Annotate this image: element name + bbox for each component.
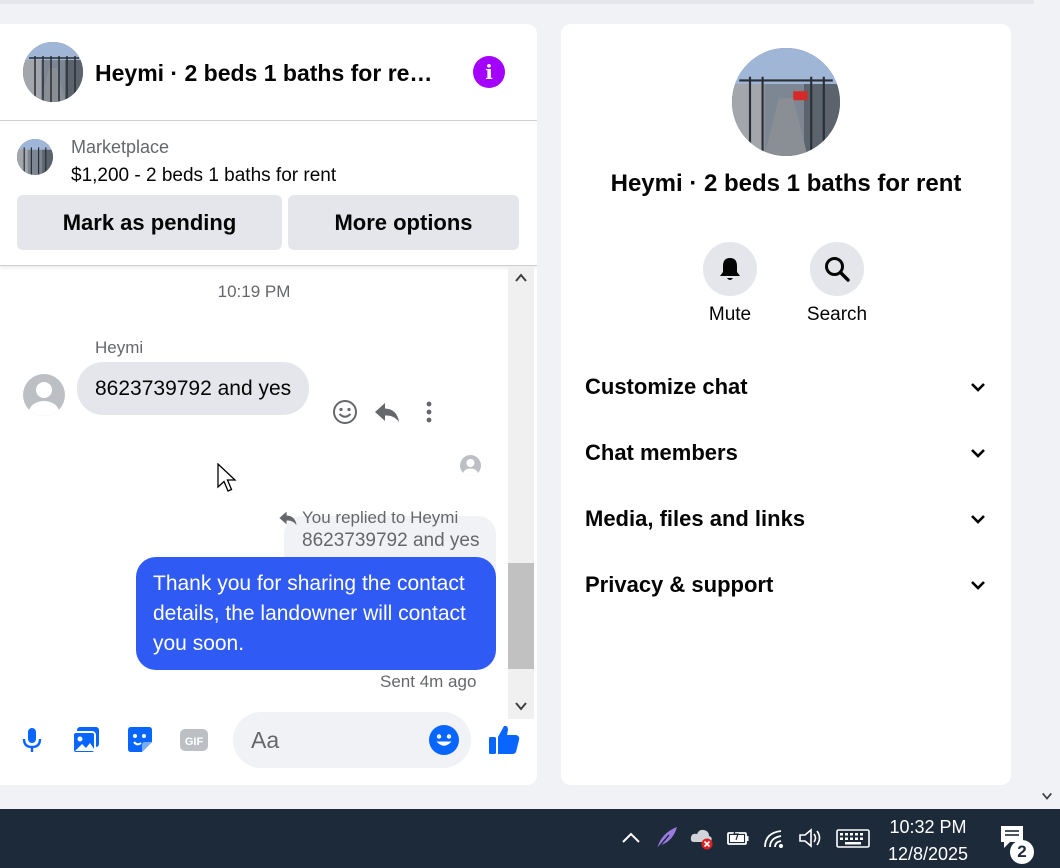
- microphone-icon[interactable]: [16, 724, 48, 756]
- section-label: Chat members: [585, 440, 738, 465]
- chat-title[interactable]: Heymi · 2 beds 1 baths for re…: [95, 60, 455, 87]
- cloud-sync-icon[interactable]: [688, 825, 714, 851]
- window-scrollbar[interactable]: [1034, 0, 1060, 809]
- search-label: Search: [806, 304, 868, 325]
- section-media-files-links[interactable]: Media, files and links: [585, 499, 987, 539]
- more-options-button[interactable]: More options: [288, 195, 519, 250]
- message-timestamp: 10:19 PM: [217, 282, 291, 301]
- sent-status: Sent 4m ago: [380, 672, 477, 691]
- mute-label: Mute: [708, 304, 752, 325]
- chat-info-panel: Heymi · 2 beds 1 baths for rent Mute Sea…: [561, 24, 1011, 785]
- seen-avatar: [460, 455, 481, 476]
- clock-time[interactable]: 10:32 PM: [880, 817, 976, 838]
- marketplace-listing: Marketplace $1,200 - 2 beds 1 baths for …: [0, 121, 537, 266]
- section-label: Customize chat: [585, 374, 748, 399]
- chevron-down-icon: [969, 378, 987, 396]
- chevron-down-icon: [969, 576, 987, 594]
- replied-label: You replied to Heymi: [302, 508, 459, 527]
- taskbar: 10:32 PM 12/8/2025 2: [0, 809, 1060, 868]
- mark-as-pending-button[interactable]: Mark as pending: [17, 195, 282, 250]
- scroll-up-icon[interactable]: [514, 271, 528, 285]
- volume-icon[interactable]: [797, 825, 823, 851]
- feather-icon[interactable]: [653, 825, 679, 851]
- thumbs-up-icon[interactable]: [487, 723, 521, 757]
- mute-button[interactable]: [703, 242, 757, 296]
- gif-label: GIF: [185, 736, 204, 748]
- react-emoji-icon[interactable]: [331, 398, 359, 426]
- chevron-up-icon[interactable]: [618, 825, 644, 851]
- replied-indicator: You replied to Heymi: [278, 508, 458, 528]
- search-icon: [825, 257, 850, 282]
- scroll-thumb[interactable]: [508, 563, 534, 669]
- sender-name: Heymi: [95, 338, 144, 357]
- sticker-icon[interactable]: [124, 724, 156, 756]
- search-button[interactable]: [810, 242, 864, 296]
- section-privacy-support[interactable]: Privacy & support: [585, 565, 987, 605]
- reply-small-icon: [279, 511, 297, 526]
- keyboard-icon[interactable]: [836, 825, 870, 851]
- reply-icon[interactable]: [373, 398, 401, 426]
- message-scrollbar[interactable]: [508, 267, 534, 719]
- section-label: Privacy & support: [585, 572, 774, 597]
- listing-price[interactable]: $1,200 - 2 beds 1 baths for rent: [71, 165, 336, 187]
- message-list: 10:19 PM Heymi 8623739792 and yes 862373…: [0, 267, 508, 697]
- more-actions-icon[interactable]: [415, 398, 443, 426]
- outgoing-message[interactable]: Thank you for sharing the contact detail…: [136, 557, 496, 670]
- bell-icon: [720, 258, 740, 280]
- chat-panel: Heymi · 2 beds 1 baths for re… i Marketp…: [0, 24, 537, 785]
- section-chat-members[interactable]: Chat members: [585, 433, 987, 473]
- info-avatar[interactable]: [732, 48, 840, 156]
- section-label: Media, files and links: [585, 506, 806, 531]
- top-edge: [0, 0, 1034, 4]
- listing-thumbnail[interactable]: [17, 139, 53, 175]
- chevron-down-icon: [969, 444, 987, 462]
- chat-header: Heymi · 2 beds 1 baths for re… i: [0, 24, 537, 121]
- info-icon[interactable]: i: [473, 56, 505, 88]
- chat-avatar[interactable]: [23, 42, 83, 102]
- window-scroll-down-icon[interactable]: [1041, 790, 1053, 802]
- battery-icon[interactable]: [725, 825, 751, 851]
- clock-date[interactable]: 12/8/2025: [880, 844, 976, 865]
- gif-icon[interactable]: GIF: [178, 724, 210, 756]
- chevron-down-icon: [969, 510, 987, 528]
- sender-avatar[interactable]: [23, 374, 65, 416]
- wifi-icon[interactable]: [762, 825, 788, 851]
- info-title: Heymi · 2 beds 1 baths for rent: [610, 170, 962, 197]
- listing-label: Marketplace: [71, 137, 170, 157]
- composer: GIF: [0, 712, 537, 768]
- scroll-down-icon[interactable]: [514, 699, 528, 713]
- notification-count-badge: 2: [1010, 840, 1034, 864]
- photo-icon[interactable]: [70, 724, 102, 756]
- mouse-cursor-icon: [217, 463, 237, 493]
- incoming-message[interactable]: 8623739792 and yes: [77, 362, 310, 415]
- emoji-icon[interactable]: [428, 724, 460, 756]
- section-customize-chat[interactable]: Customize chat: [585, 367, 987, 407]
